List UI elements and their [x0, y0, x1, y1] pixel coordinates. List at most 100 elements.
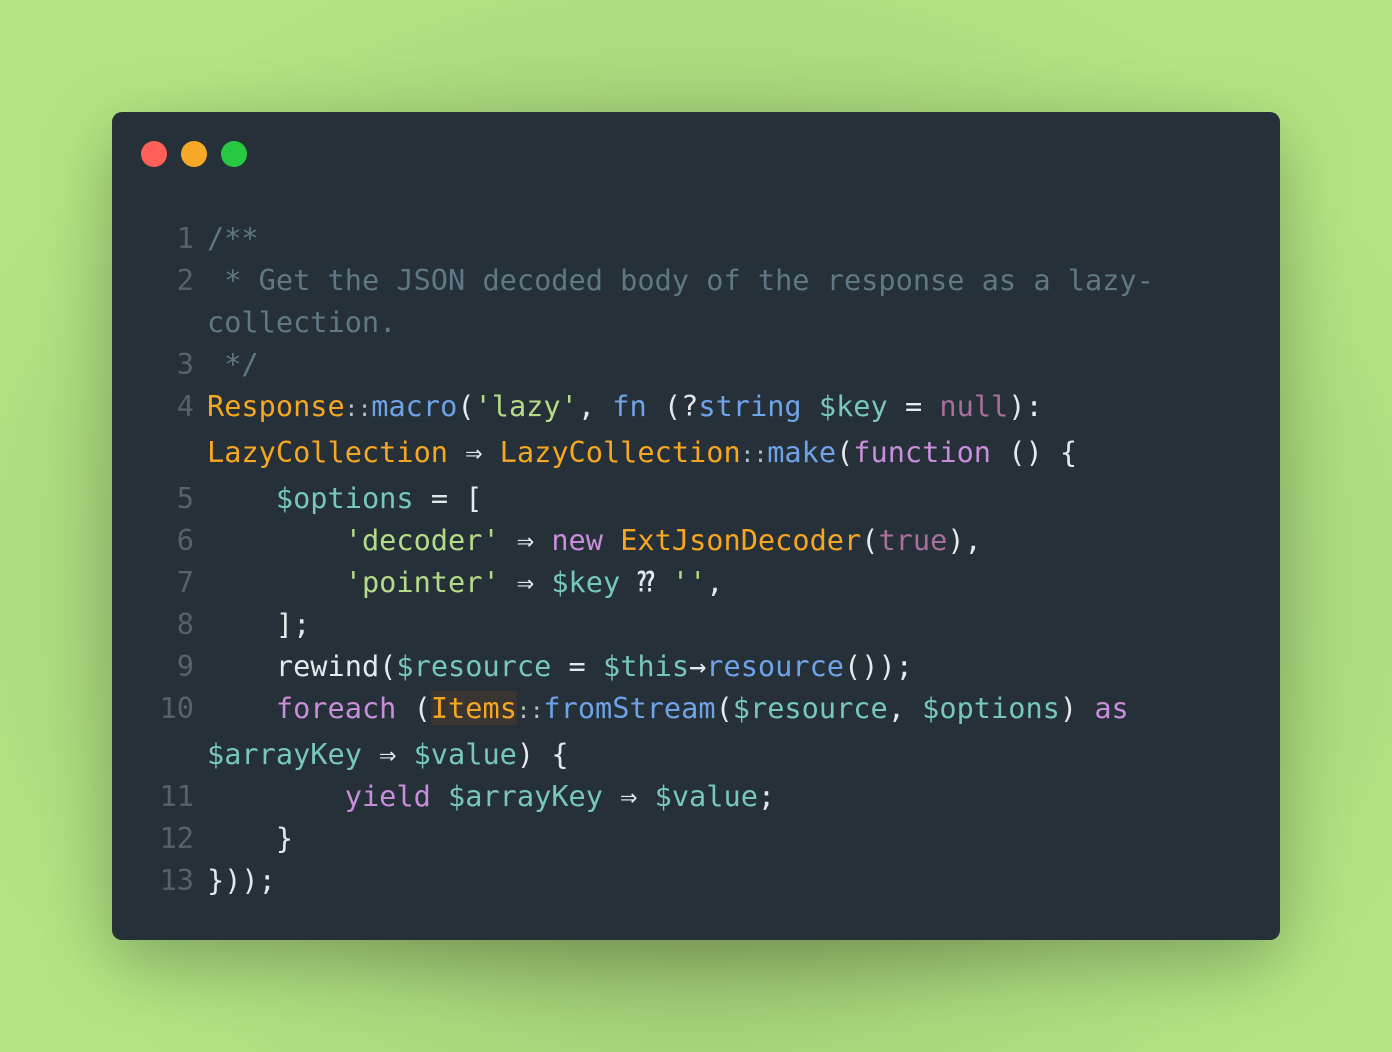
token-op: ⇒	[499, 523, 552, 557]
token-kw: foreach	[275, 691, 397, 725]
token-punct	[207, 779, 345, 813]
token-const: true	[878, 523, 948, 557]
token-punct: ,	[887, 691, 923, 725]
token-kw: function	[853, 435, 992, 469]
token-op: →	[689, 649, 707, 683]
code-text: collection.	[207, 301, 1207, 343]
code-text: LazyCollection ⇒ LazyCollection::make(fu…	[207, 431, 1207, 477]
code-text: * Get the JSON decoded body of the respo…	[207, 259, 1207, 301]
token-punct: () {	[991, 435, 1078, 469]
maximize-button[interactable]	[221, 141, 247, 167]
token-var: $options	[275, 481, 414, 515]
token-punct: (	[836, 435, 854, 469]
code-line-continuation: collection.	[152, 301, 1242, 343]
token-op: ⇒	[602, 779, 655, 813]
code-text: }	[207, 817, 1207, 859]
code-window: 1 /** 2 * Get the JSON decoded body of the…	[112, 112, 1280, 940]
token-var: $arrayKey	[448, 779, 603, 813]
code-text: yield $arrayKey ⇒ $value;	[207, 775, 1207, 817]
token-op: ⇒	[361, 737, 414, 771]
token-punct: [	[465, 481, 483, 515]
code-text: $options = [	[207, 477, 1207, 519]
code-text: 'pointer' ⇒ $key ⁇ '',	[207, 561, 1207, 603]
token-op: ⇒	[448, 435, 500, 469]
token-punct	[207, 481, 276, 515]
token-op: =	[551, 649, 603, 683]
token-var: $options	[922, 691, 1060, 725]
code-text: Response::macro('lazy', fn (?string $key…	[207, 385, 1207, 431]
token-var: $resource	[732, 691, 888, 725]
token-sep: ::	[516, 699, 544, 724]
token-punct: (	[715, 691, 733, 725]
token-str: 'pointer'	[344, 565, 500, 599]
token-punct	[207, 691, 276, 725]
token-var: $value	[654, 779, 758, 813]
code-text: }));	[207, 859, 1207, 901]
token-class: LazyCollection	[207, 435, 449, 469]
token-punct: (?	[646, 389, 699, 423]
token-punct	[603, 523, 620, 557]
line-number: 13	[159, 863, 194, 897]
line-number: 9	[176, 649, 194, 683]
line-number: 4	[176, 389, 194, 423]
token-op: =	[413, 481, 466, 515]
token-punct: ):	[1008, 389, 1043, 423]
token-op: ⇒	[499, 565, 552, 599]
code-line: 9 rewind($resource = $this→resource());	[152, 645, 1242, 687]
code-text: rewind($resource = $this→resource());	[207, 645, 1207, 687]
token-var: $arrayKey	[207, 737, 362, 771]
token-punct: (	[396, 691, 431, 725]
token-func: make	[767, 435, 837, 469]
code-text: 'decoder' ⇒ new ExtJsonDecoder(true),	[207, 519, 1207, 561]
code-line: 1 /**	[152, 217, 1242, 259]
line-number: 1	[176, 221, 194, 255]
token-func: resource	[706, 649, 845, 683]
token-sep: ::	[344, 397, 372, 422]
token-str: 'lazy'	[474, 389, 578, 423]
token-comment: collection.	[207, 305, 397, 339]
token-punct: ;	[757, 779, 776, 813]
token-sep: ::	[740, 443, 768, 468]
code-text: /**	[207, 217, 1207, 259]
line-number	[152, 431, 207, 477]
token-const: null	[939, 389, 1009, 423]
token-var: $resource	[396, 649, 552, 683]
token-kw: yield	[344, 779, 431, 813]
code-line: 6 'decoder' ⇒ new ExtJsonDecoder(true),	[152, 519, 1242, 561]
code-line: 10 foreach (Items::fromStream($resource,…	[152, 687, 1242, 733]
token-str: ''	[671, 565, 707, 599]
token-punct	[431, 779, 448, 813]
token-var: $value	[413, 737, 517, 771]
token-punct: )	[1059, 691, 1095, 725]
minimize-button[interactable]	[181, 141, 207, 167]
token-punct: ,	[706, 565, 724, 599]
token-punct	[207, 565, 345, 599]
code-line: 5 $options = [	[152, 477, 1242, 519]
code-line-continuation: LazyCollection ⇒ LazyCollection::make(fu…	[152, 431, 1242, 477]
line-number: 10	[159, 691, 194, 725]
code-line: 7 'pointer' ⇒ $key ⁇ '',	[152, 561, 1242, 603]
token-func: fn	[612, 389, 647, 423]
token-str: 'decoder'	[344, 523, 500, 557]
code-text: $arrayKey ⇒ $value) {	[207, 733, 1207, 775]
token-punct: }));	[207, 863, 276, 897]
code-text: ];	[207, 603, 1207, 645]
code-line: 3 */	[152, 343, 1242, 385]
line-number: 8	[176, 607, 194, 641]
token-var: $key	[818, 389, 888, 423]
token-punct: rewind(	[207, 649, 397, 683]
token-class: ExtJsonDecoder	[620, 523, 862, 557]
line-number: 6	[176, 523, 194, 557]
code-block: 1 /** 2 * Get the JSON decoded body of the…	[152, 217, 1242, 901]
token-punct: ,	[577, 389, 613, 423]
close-button[interactable]	[141, 141, 167, 167]
token-punct: ) {	[516, 737, 569, 771]
token-punct: (	[457, 389, 475, 423]
window-controls	[141, 141, 247, 167]
token-func: fromStream	[543, 691, 716, 725]
token-punct: ());	[844, 649, 913, 683]
line-number: 11	[159, 779, 194, 813]
token-op: =	[887, 389, 940, 423]
token-punct: (	[861, 523, 879, 557]
token-var: $this	[602, 649, 690, 683]
